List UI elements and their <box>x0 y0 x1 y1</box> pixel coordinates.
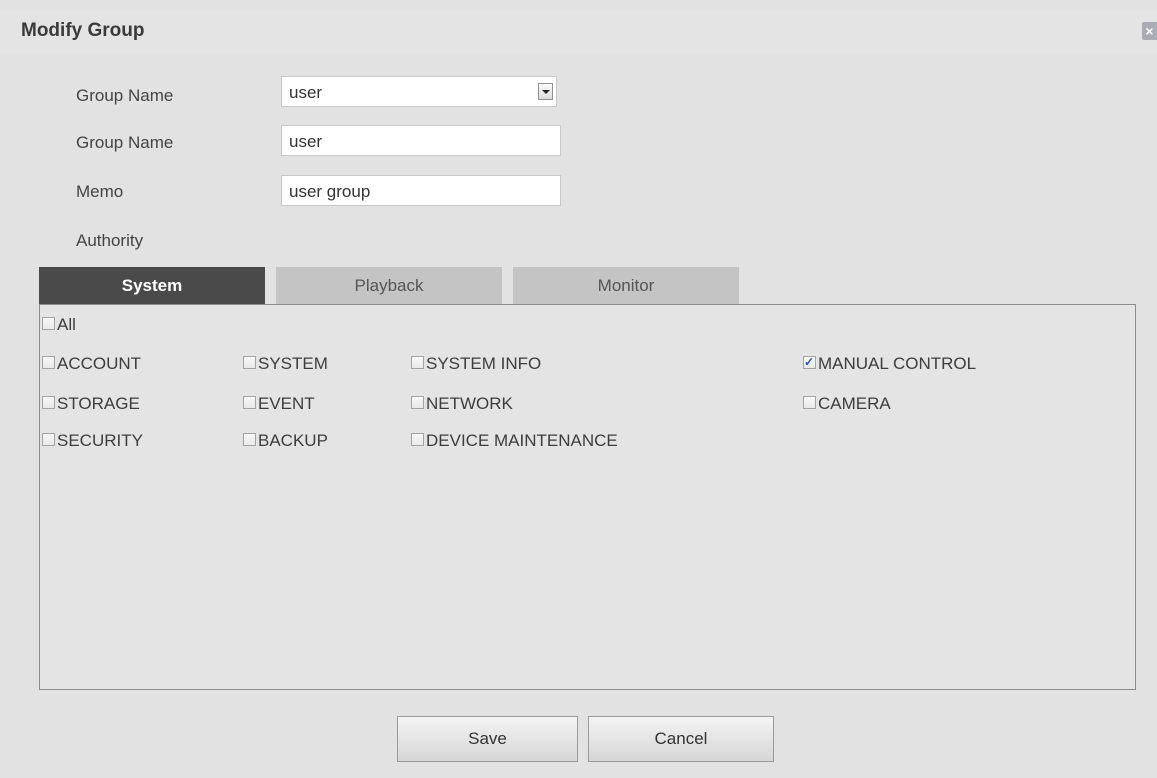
group-name-input[interactable]: user <box>281 125 561 156</box>
checkbox-camera[interactable]: CAMERA <box>803 395 891 412</box>
group-name-select[interactable]: user <box>281 76 557 107</box>
checkbox-manual-control[interactable]: MANUAL CONTROL <box>803 354 977 373</box>
checkbox-event[interactable]: EVENT <box>243 395 315 412</box>
tab-system[interactable]: System <box>39 267 265 304</box>
memo-label: Memo <box>76 182 124 201</box>
checkbox-label: SYSTEM INFO <box>426 354 542 373</box>
checkbox-box[interactable] <box>803 396 816 409</box>
checkbox-label: MANUAL CONTROL <box>818 354 977 373</box>
dialog-title: Modify Group <box>21 20 145 41</box>
chevron-down-icon[interactable] <box>538 83 553 100</box>
group-select-label: Group Name <box>76 86 174 105</box>
tab-monitor[interactable]: Monitor <box>513 267 739 304</box>
checkbox-box[interactable] <box>42 433 55 446</box>
memo-input[interactable]: user group <box>281 175 561 206</box>
checkbox-box[interactable] <box>42 317 55 330</box>
checkbox-box[interactable] <box>243 396 256 409</box>
checkbox-box[interactable] <box>411 356 424 369</box>
checkbox-box[interactable] <box>411 396 424 409</box>
checkbox-all[interactable]: All <box>42 316 76 333</box>
cancel-button[interactable]: Cancel <box>588 716 774 762</box>
checkbox-box[interactable] <box>803 354 816 371</box>
checkbox-box[interactable] <box>243 433 256 446</box>
dialog-titlebar <box>0 10 1157 54</box>
checkbox-label: CAMERA <box>818 394 891 413</box>
checkbox-label: DEVICE MAINTENANCE <box>426 431 618 450</box>
checkbox-label: All <box>57 315 76 334</box>
checkbox-label: BACKUP <box>258 431 328 450</box>
checkbox-label: SYSTEM <box>258 354 328 373</box>
save-button[interactable]: Save <box>397 716 578 762</box>
checkbox-box[interactable] <box>243 356 256 369</box>
checkbox-system[interactable]: SYSTEM <box>243 355 328 372</box>
checkbox-account[interactable]: ACCOUNT <box>42 355 141 372</box>
group-name-value: user <box>289 132 323 151</box>
checkbox-security[interactable]: SECURITY <box>42 432 143 449</box>
checkbox-label: ACCOUNT <box>57 354 142 373</box>
checkbox-system-info[interactable]: SYSTEM INFO <box>411 355 541 372</box>
checkbox-label: STORAGE <box>57 394 140 413</box>
checkbox-network[interactable]: NETWORK <box>411 395 513 412</box>
memo-value: user group <box>289 182 371 201</box>
checkbox-label: EVENT <box>258 394 315 413</box>
authority-label: Authority <box>76 231 144 250</box>
checkbox-box[interactable] <box>411 433 424 446</box>
group-select-value: user <box>289 83 323 102</box>
modify-group-dialog: Modify Group × Group Name user Group Nam… <box>0 0 1157 778</box>
checkbox-box[interactable] <box>42 396 55 409</box>
checkbox-storage[interactable]: STORAGE <box>42 395 140 412</box>
tab-playback[interactable]: Playback <box>276 267 502 304</box>
checkbox-device-maintenance[interactable]: DEVICE MAINTENANCE <box>411 432 618 449</box>
group-name-label: Group Name <box>76 133 174 152</box>
checkbox-label: SECURITY <box>57 431 143 450</box>
checkbox-box[interactable] <box>42 356 55 369</box>
checkbox-label: NETWORK <box>426 394 513 413</box>
close-icon[interactable]: × <box>1142 22 1157 40</box>
checkbox-backup[interactable]: BACKUP <box>243 432 328 449</box>
